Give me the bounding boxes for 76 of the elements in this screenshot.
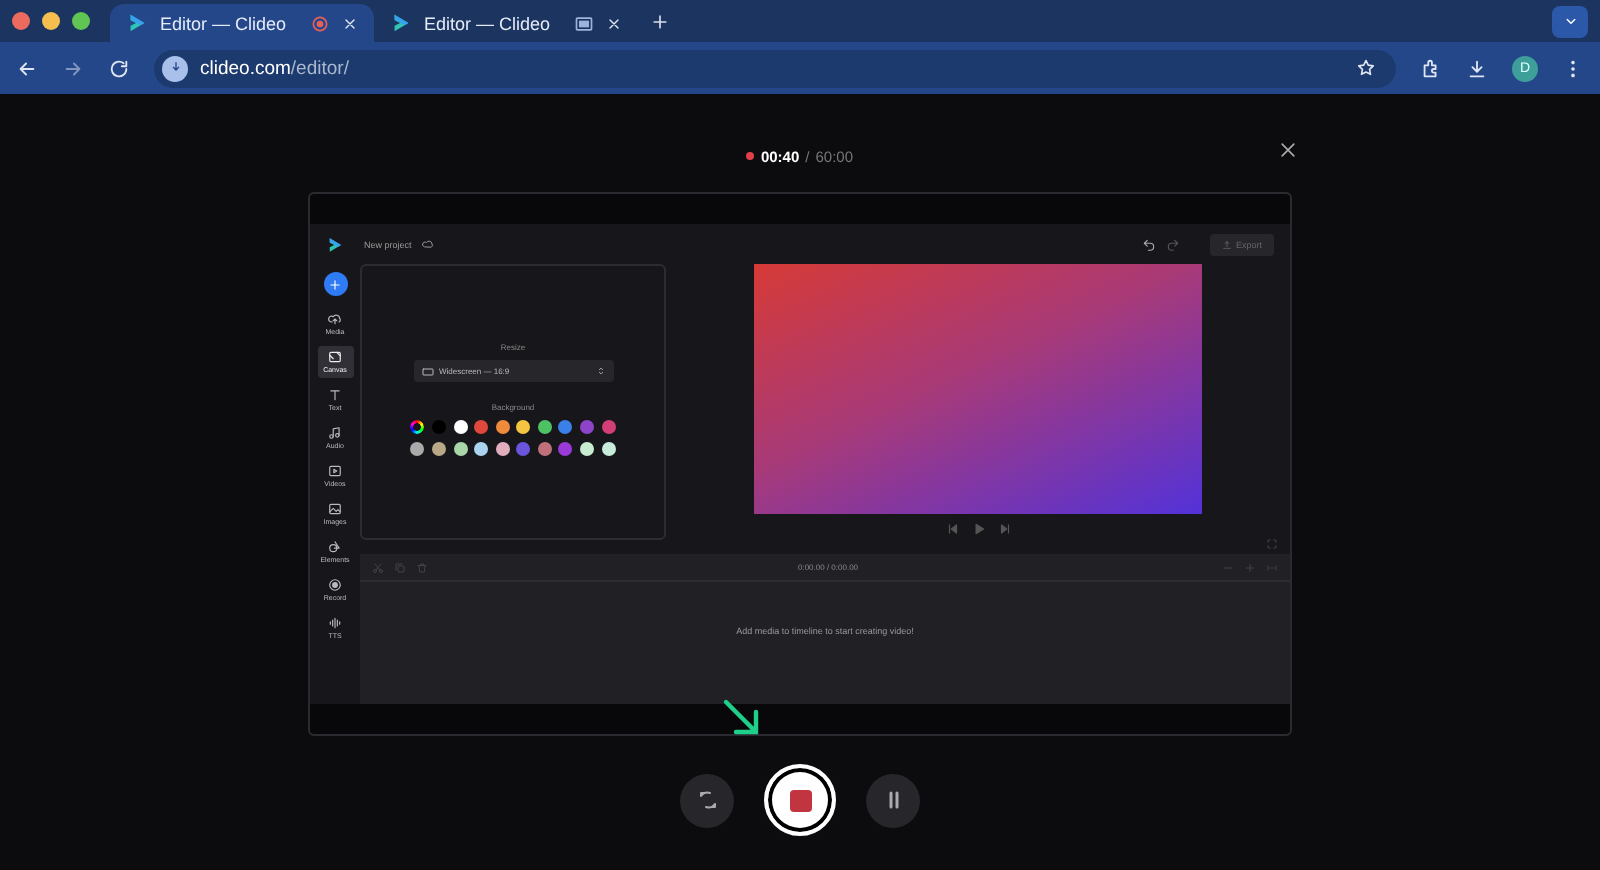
canvas-icon	[328, 350, 342, 364]
play-icon	[328, 464, 342, 478]
address-bar[interactable]: clideo.com/editor/	[154, 49, 1396, 87]
extensions-icon	[1420, 57, 1442, 79]
close-window-button[interactable]	[12, 12, 30, 30]
play-logo-icon	[326, 236, 344, 254]
url-text: clideo.com/editor/	[200, 57, 349, 79]
site-info-icon	[167, 60, 183, 76]
stop-recording-button[interactable]	[764, 764, 836, 836]
play-icon	[971, 522, 985, 536]
scissors-icon	[372, 561, 384, 573]
close-icon	[342, 15, 358, 31]
play-logo-icon	[126, 12, 148, 34]
updown-chevron-icon	[595, 366, 605, 376]
color-swatch[interactable]	[474, 441, 489, 455]
close-icon	[606, 15, 622, 31]
color-swatch[interactable]	[431, 441, 446, 455]
color-swatch[interactable]	[558, 420, 573, 434]
color-swatch[interactable]	[474, 420, 489, 434]
undo-icon	[1141, 237, 1156, 251]
close-icon	[1278, 140, 1298, 160]
shapes-icon	[328, 540, 342, 554]
upload-icon	[328, 312, 342, 326]
color-swatch[interactable]	[537, 420, 552, 434]
close-button[interactable]	[1278, 140, 1298, 160]
reload-icon	[108, 57, 130, 79]
new-tab-icon	[650, 11, 670, 31]
color-swatch[interactable]	[601, 441, 616, 455]
color-swatch[interactable]	[516, 420, 531, 434]
image-icon	[328, 502, 342, 516]
aspect-ratio-icon	[421, 365, 433, 377]
play-logo-icon	[390, 12, 412, 34]
bookmark-star-icon	[1356, 58, 1376, 78]
pointer-arrow	[722, 698, 762, 738]
forward-icon	[62, 57, 84, 79]
color-swatch[interactable]	[558, 441, 573, 455]
redo-icon	[1165, 237, 1180, 251]
minimize-window-button[interactable]	[42, 12, 60, 30]
color-wheel-swatch[interactable]	[410, 420, 425, 434]
back-icon	[16, 57, 38, 79]
browser-tab[interactable]: Editor — Clideo	[374, 4, 638, 42]
export-icon	[1221, 239, 1232, 249]
color-swatch[interactable]	[601, 420, 616, 434]
color-swatch[interactable]	[580, 420, 595, 434]
cloud-icon	[421, 238, 434, 250]
restart-icon	[695, 788, 719, 812]
tab-search-button[interactable]	[1552, 5, 1588, 37]
color-swatch[interactable]	[537, 441, 552, 455]
color-swatch[interactable]	[516, 441, 531, 455]
restart-button[interactable]	[680, 773, 734, 827]
color-swatch[interactable]	[580, 441, 595, 455]
trash-icon	[416, 561, 428, 573]
browser-tab[interactable]: Editor — Clideo	[110, 4, 374, 42]
color-swatch[interactable]	[453, 420, 468, 434]
pause-button[interactable]	[866, 773, 920, 827]
fullscreen-icon	[1266, 538, 1278, 550]
recording-dot	[746, 152, 755, 160]
download-icon	[1466, 57, 1488, 79]
skip-forward-icon	[997, 522, 1011, 536]
color-swatch[interactable]	[453, 441, 468, 455]
duplicate-icon	[394, 561, 406, 573]
color-swatch[interactable]	[495, 441, 510, 455]
text-icon	[328, 388, 342, 402]
music-note-icon	[328, 426, 342, 440]
color-swatch[interactable]	[410, 441, 425, 455]
recording-icon	[310, 13, 330, 33]
add-button[interactable]	[323, 272, 347, 296]
zoom-in-icon	[1244, 561, 1256, 573]
waveform-icon	[328, 616, 342, 630]
plus-icon	[328, 277, 342, 291]
color-swatch[interactable]	[431, 420, 446, 434]
record-icon	[328, 578, 342, 592]
color-swatch[interactable]	[495, 420, 510, 434]
screen-share-icon	[574, 13, 594, 33]
skip-back-icon	[945, 522, 959, 536]
zoom-window-button[interactable]	[72, 12, 90, 30]
